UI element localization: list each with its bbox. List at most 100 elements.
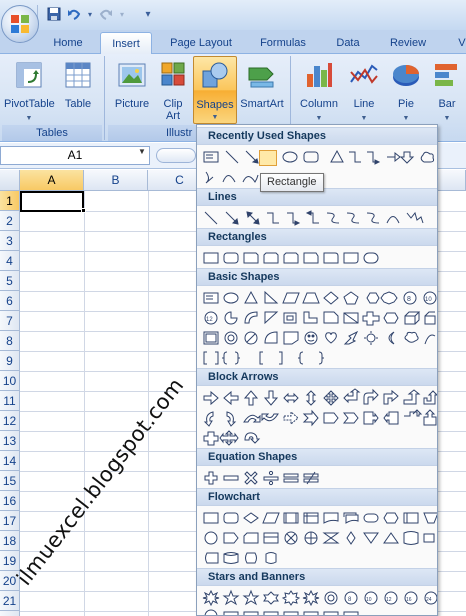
- chevron-down-icon: ▼: [315, 115, 323, 122]
- row-header[interactable]: 15: [0, 471, 20, 491]
- row-header[interactable]: 11: [0, 391, 20, 411]
- row-header[interactable]: 18: [0, 531, 20, 551]
- svg-text:12: 12: [386, 597, 392, 603]
- smartart-button[interactable]: SmartArt: [238, 56, 286, 124]
- pie-chart-icon: [393, 65, 419, 86]
- shape-row-basic-3[interactable]: [201, 328, 437, 348]
- shapes-button[interactable]: Shapes ▼: [193, 56, 237, 124]
- row-header[interactable]: 1: [0, 191, 20, 211]
- column-label: Column: [300, 98, 338, 110]
- section-basic-shapes: Basic Shapes: [197, 268, 437, 286]
- shape-row-basic-2[interactable]: 12: [201, 308, 437, 328]
- bar-chart-button[interactable]: Bar ▼: [428, 56, 466, 124]
- shape-row-arrows-2[interactable]: [201, 408, 437, 428]
- section-equation-shapes: Equation Shapes: [197, 448, 437, 466]
- column-chart-icon: [307, 63, 332, 87]
- picture-button[interactable]: Picture: [110, 56, 154, 124]
- shapes-gallery: Recently Used Shapes Lines Rectangles Ba…: [196, 124, 438, 616]
- gridline-vertical: [84, 191, 85, 616]
- row-header[interactable]: 3: [0, 231, 20, 251]
- row-header[interactable]: 7: [0, 311, 20, 331]
- row-header[interactable]: 12: [0, 411, 20, 431]
- shape-row-flowchart-1[interactable]: [201, 508, 437, 528]
- shape-row-flowchart-3[interactable]: [201, 548, 437, 568]
- shape-row-basic-1[interactable]: 8 10: [201, 288, 437, 308]
- line-chart-button[interactable]: Line ▼: [344, 56, 384, 124]
- shape-row-stars-1[interactable]: 8 10 12 16 24: [201, 588, 437, 608]
- row-header[interactable]: 14: [0, 451, 20, 471]
- picture-icon: [118, 63, 146, 87]
- shape-row-flowchart-2[interactable]: [201, 528, 437, 548]
- chevron-down-icon: ▼: [25, 115, 33, 122]
- clip-art-button[interactable]: Clip Art: [156, 56, 190, 124]
- shape-row-equation[interactable]: [201, 468, 437, 488]
- select-all-corner[interactable]: [0, 170, 20, 191]
- clip-art-label-line1: Clip: [163, 98, 183, 110]
- row-header[interactable]: 9: [0, 351, 20, 371]
- chevron-down-icon: ▼: [443, 115, 451, 122]
- redo-icon[interactable]: [98, 7, 114, 23]
- name-box[interactable]: A1: [0, 146, 150, 165]
- shape-row-rectangles[interactable]: [201, 248, 437, 268]
- chevron-down-icon[interactable]: ▼: [138, 147, 146, 156]
- column-chart-button[interactable]: Column ▼: [296, 56, 342, 124]
- undo-icon[interactable]: [66, 7, 82, 23]
- tab-insert[interactable]: Insert: [100, 32, 152, 55]
- save-icon[interactable]: [46, 7, 62, 23]
- row-header[interactable]: 16: [0, 491, 20, 511]
- tables-group-label: Tables: [2, 125, 102, 141]
- line-chart-icon: [350, 64, 378, 84]
- shape-row-stars-2[interactable]: [201, 608, 437, 615]
- row-header[interactable]: 22: [0, 611, 20, 616]
- row-header[interactable]: 5: [0, 271, 20, 291]
- rectangle-tooltip: Rectangle: [260, 173, 324, 192]
- pivottable-button[interactable]: PivotTable ▼: [4, 56, 55, 124]
- svg-text:24: 24: [426, 597, 432, 603]
- table-button[interactable]: Table: [58, 56, 98, 124]
- shape-row-arrows-3[interactable]: [201, 428, 437, 448]
- shape-row-arrows-1[interactable]: [201, 388, 437, 408]
- row-header[interactable]: 2: [0, 211, 20, 231]
- shapes-label: Shapes: [196, 99, 234, 111]
- shape-row-recent-1[interactable]: [201, 147, 437, 167]
- illustrations-group-label: Illustr: [108, 125, 196, 141]
- row-header[interactable]: 6: [0, 291, 20, 311]
- column-header-b[interactable]: B: [84, 170, 148, 191]
- row-header[interactable]: 13: [0, 431, 20, 451]
- row-header[interactable]: 10: [0, 371, 20, 391]
- row-header[interactable]: 8: [0, 331, 20, 351]
- hovered-shape-rectangle[interactable]: [259, 150, 277, 166]
- column-header-a[interactable]: A: [20, 170, 84, 191]
- tab-formulas[interactable]: Formulas: [252, 32, 314, 54]
- customize-icon[interactable]: ▾: [140, 7, 156, 23]
- undo-dropdown-icon[interactable]: ▾: [82, 7, 98, 23]
- section-block-arrows: Block Arrows: [197, 368, 437, 386]
- section-recent-shapes: Recently Used Shapes: [197, 127, 437, 145]
- tab-home[interactable]: Home: [48, 32, 88, 54]
- shapes-icon: [202, 62, 228, 88]
- row-header[interactable]: 4: [0, 251, 20, 271]
- table-label: Table: [64, 98, 92, 110]
- pie-chart-button[interactable]: Pie ▼: [386, 56, 426, 124]
- redo-dropdown-icon[interactable]: ▾: [114, 7, 130, 23]
- formula-pill[interactable]: [156, 148, 196, 163]
- clip-art-label-line2: Art: [165, 110, 181, 122]
- table-icon: [65, 62, 91, 88]
- shape-row-basic-4[interactable]: [201, 348, 437, 368]
- chevron-down-icon: ▼: [360, 115, 368, 122]
- fill-handle[interactable]: [81, 208, 86, 213]
- shape-row-lines[interactable]: [201, 208, 437, 228]
- tab-page-layout[interactable]: Page Layout: [164, 32, 238, 54]
- group-separator: [104, 56, 105, 140]
- row-header[interactable]: 21: [0, 591, 20, 611]
- ribbon-tabs: Home Insert Page Layout Formulas Data Re…: [0, 30, 466, 55]
- tab-review[interactable]: Review: [382, 32, 434, 54]
- tab-view[interactable]: Vi: [448, 32, 466, 54]
- svg-text:10: 10: [366, 597, 372, 603]
- pie-label: Pie: [398, 98, 414, 110]
- tab-data[interactable]: Data: [328, 32, 368, 54]
- active-cell[interactable]: [20, 191, 84, 212]
- row-header[interactable]: 17: [0, 511, 20, 531]
- bar-chart-icon: [435, 64, 457, 86]
- office-button[interactable]: [1, 5, 39, 43]
